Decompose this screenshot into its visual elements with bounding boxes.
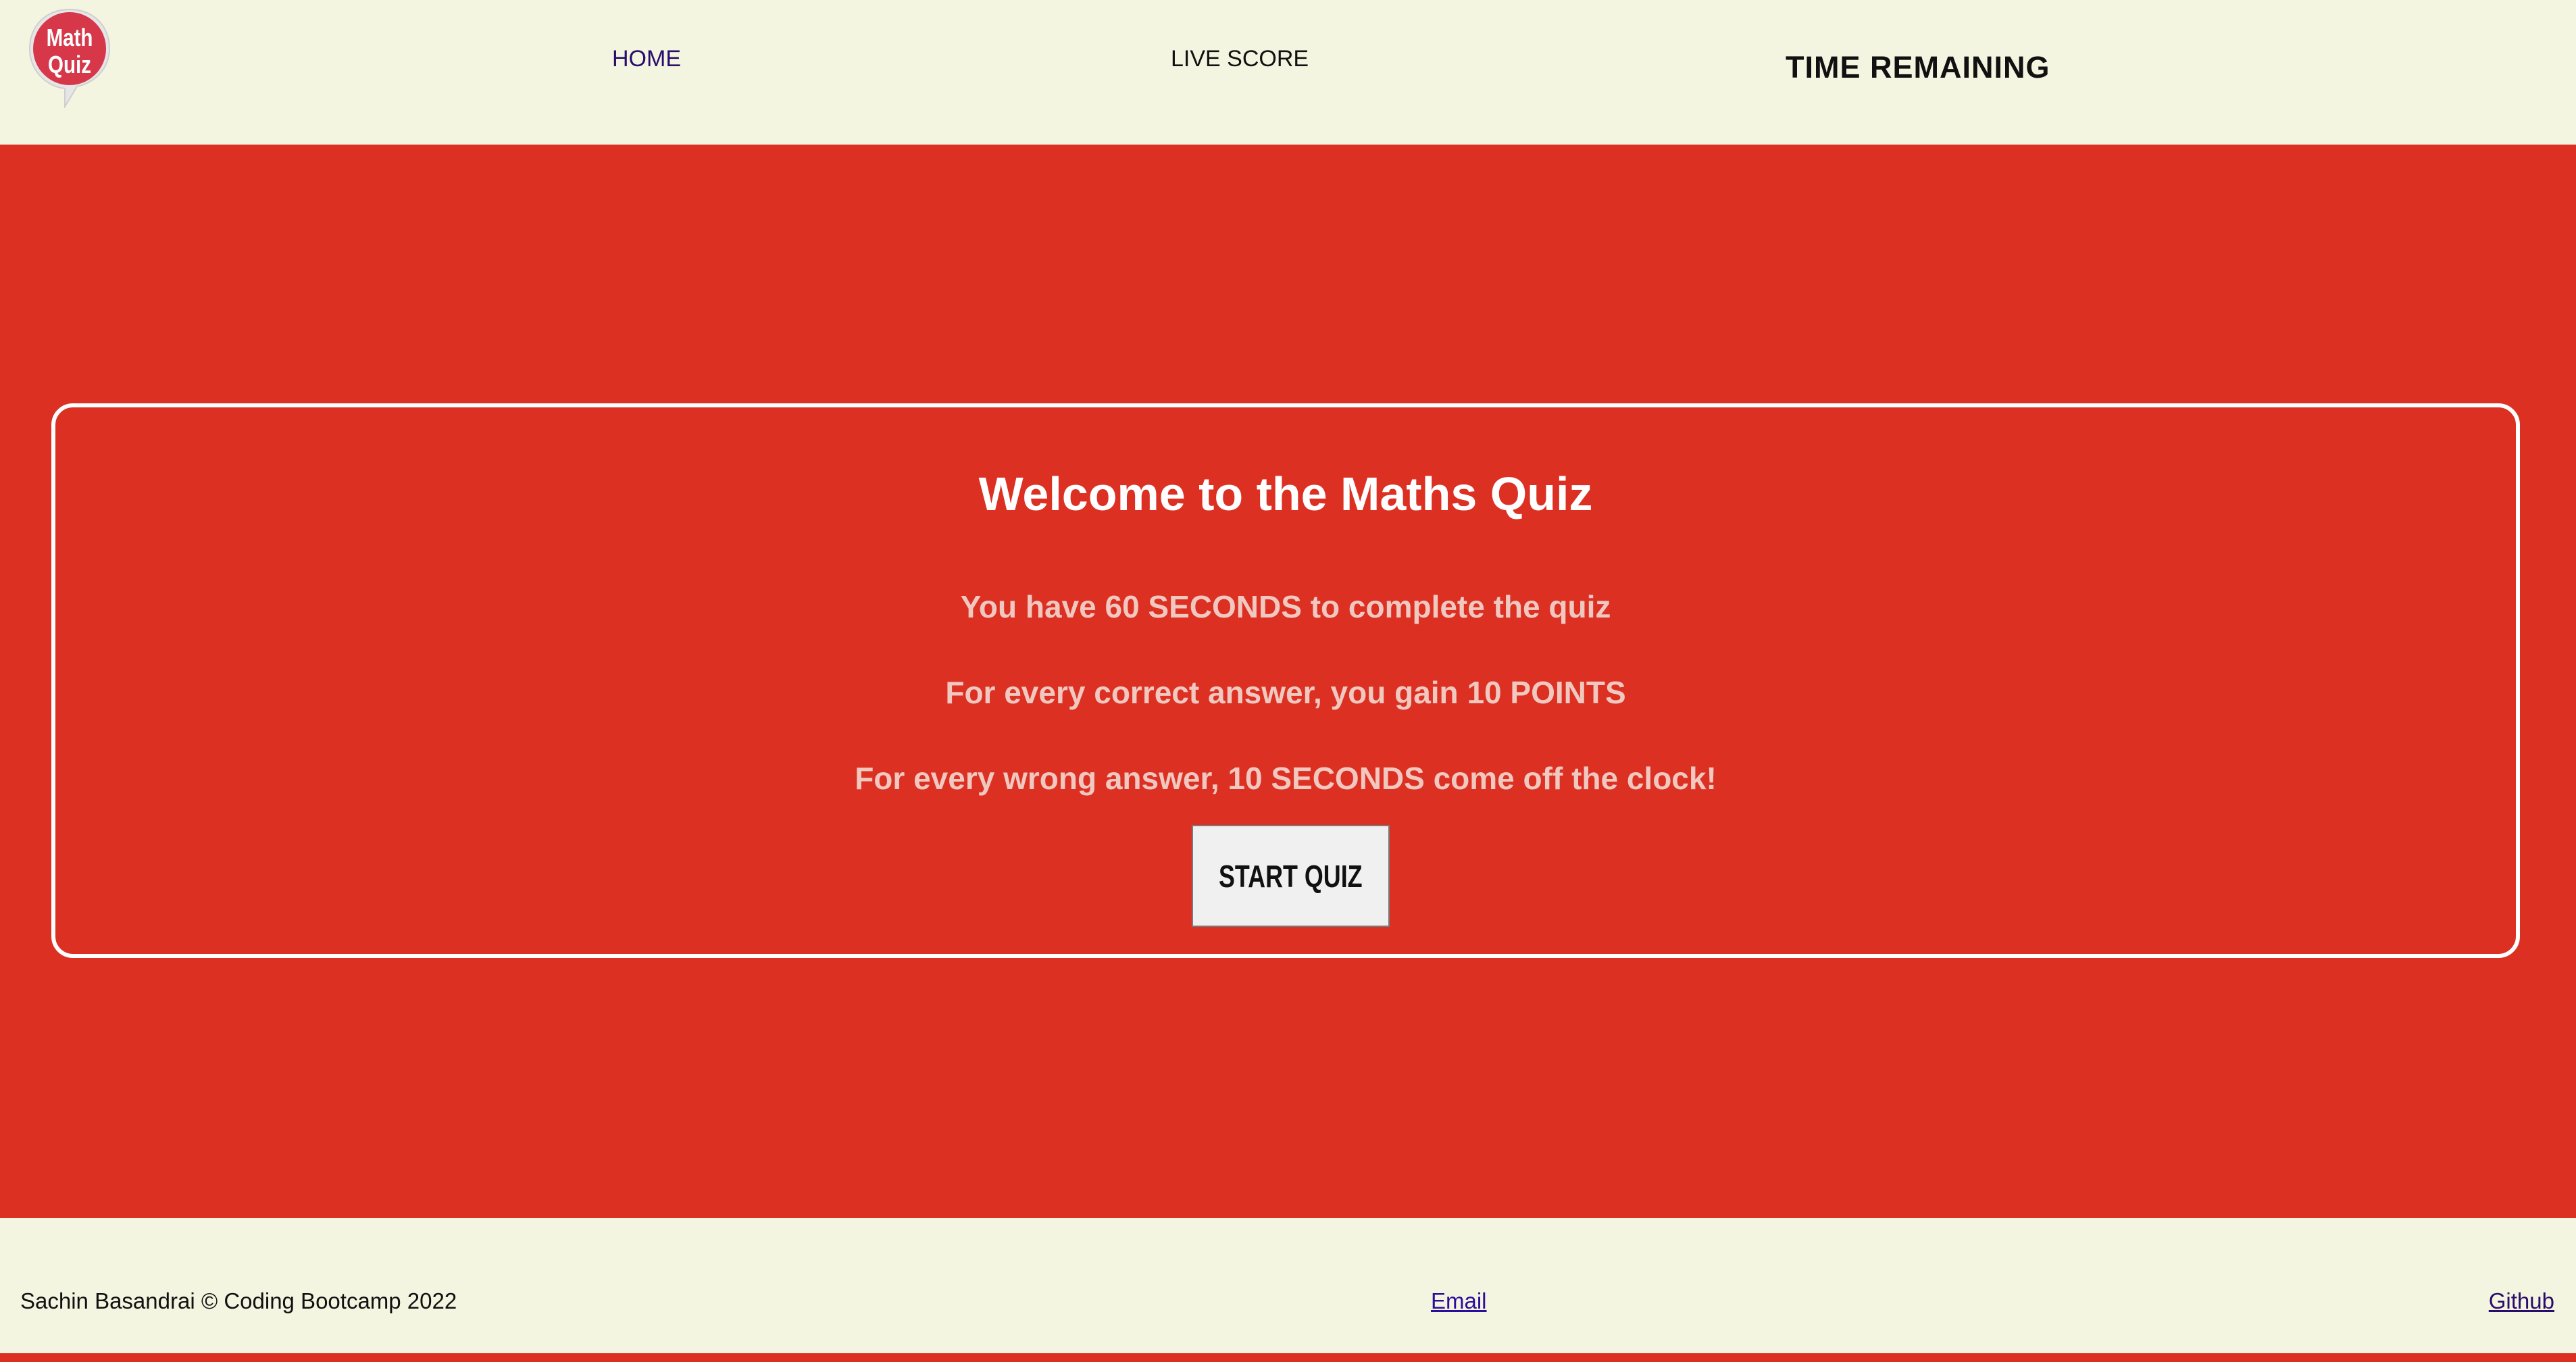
rule-correct-answer: For every correct answer, you gain 10 PO… [945,675,1626,710]
footer-github-link[interactable]: Github [2489,1288,2554,1314]
welcome-card: Welcome to the Maths Quiz You have 60 SE… [51,403,2520,958]
footer-copyright: Sachin Basandrai © Coding Bootcamp 2022 [20,1288,457,1313]
logo-text-line2: Quiz [48,51,91,78]
math-quiz-logo-icon[interactable]: Math Quiz [26,7,113,108]
site-footer: Sachin Basandrai © Coding Bootcamp 2022 … [0,1218,2576,1353]
site-header: Math Quiz HOME LIVE SCORE TIME REMAINING [0,0,2576,145]
start-quiz-button[interactable]: START QUIZ [1192,825,1390,927]
rule-wrong-answer: For every wrong answer, 10 SECONDS come … [855,761,1717,796]
logo-text-line1: Math [47,24,93,51]
nav-home-link[interactable]: HOME [612,46,681,72]
quiz-main-area: Welcome to the Maths Quiz You have 60 SE… [0,145,2576,1218]
welcome-title: Welcome to the Maths Quiz [978,468,1593,520]
nav-live-score-link[interactable]: LIVE SCORE [1171,46,1309,72]
time-remaining-label: TIME REMAINING [1786,50,2050,84]
start-quiz-button-label: START QUIZ [1219,858,1363,894]
bottom-accent-strip [0,1353,2576,1362]
rule-time-limit: You have 60 SECONDS to complete the quiz [960,589,1611,624]
footer-email-link[interactable]: Email [1431,1288,1487,1314]
